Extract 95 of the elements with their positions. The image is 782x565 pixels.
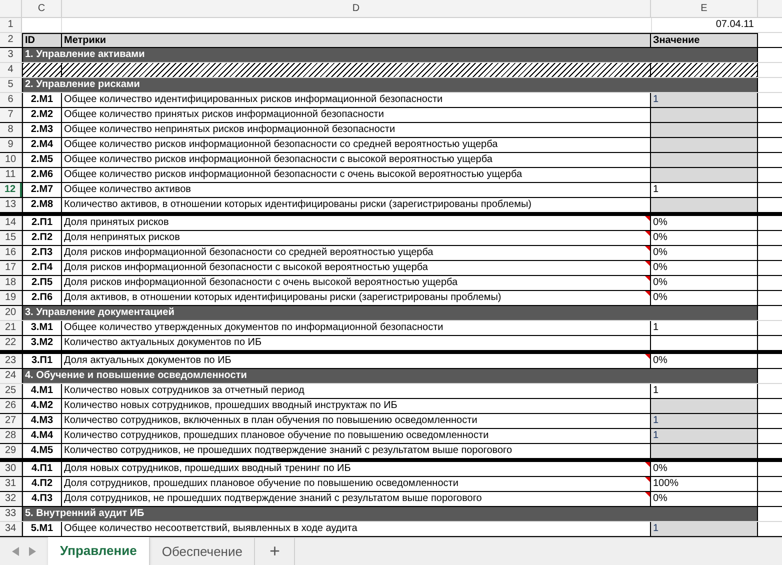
metric-id: 2.М2 [22, 108, 62, 122]
metric-id: 4.М5 [22, 444, 62, 458]
section-header: 4. Обучение и повышение осведомленности [22, 369, 758, 383]
value-cell: 1 [651, 321, 758, 335]
metric-id: 2.П4 [22, 261, 62, 275]
date-cell: 07.04.11 [651, 18, 758, 32]
section-header: 1. Управление активами [22, 48, 758, 62]
value-cell: 1 [651, 429, 758, 443]
row-number[interactable]: 19 [0, 291, 22, 305]
metric-id: 2.М1 [22, 93, 62, 107]
row-number[interactable]: 20 [0, 306, 22, 320]
value-cell: 100% [651, 477, 758, 491]
row-number[interactable]: 2 [0, 33, 22, 47]
next-sheet-icon[interactable] [29, 547, 36, 556]
row-number[interactable]: 18 [0, 276, 22, 290]
section-header: 5. Внутренний аудит ИБ [22, 507, 758, 521]
table-header: Значение [651, 33, 758, 47]
section-header: 3. Управление документацией [22, 306, 758, 320]
table-header: ID [22, 33, 62, 47]
metric-id: 2.П1 [22, 216, 62, 230]
metric-id: 2.М3 [22, 123, 62, 137]
row-number[interactable]: 11 [0, 168, 22, 182]
metric-id: 3.П1 [22, 354, 62, 368]
row-number[interactable]: 21 [0, 321, 22, 335]
metric-id: 4.П3 [22, 492, 62, 506]
value-cell: 0% [651, 261, 758, 275]
sheet-tab[interactable]: Управление [48, 537, 150, 565]
sheet-tab[interactable]: Обеспечение [150, 538, 256, 565]
row-number[interactable]: 13 [0, 198, 22, 212]
row-number[interactable]: 6 [0, 93, 22, 107]
row-number[interactable]: 24 [0, 369, 22, 383]
row-number[interactable]: 33 [0, 507, 22, 521]
metric-id: 2.М8 [22, 198, 62, 212]
metric-id: 2.М4 [22, 138, 62, 152]
previous-sheet-icon[interactable] [12, 547, 19, 556]
metric-id: 2.М5 [22, 153, 62, 167]
metric-id: 2.М7 [22, 183, 62, 197]
row-number[interactable]: 9 [0, 138, 22, 152]
metric-id: 3.М2 [22, 336, 62, 350]
row-number[interactable]: 8 [0, 123, 22, 137]
metric-id: 4.М1 [22, 384, 62, 398]
metric-id: 2.П6 [22, 291, 62, 305]
value-cell: 1 [651, 414, 758, 428]
row-number[interactable]: 32 [0, 492, 22, 506]
row-number[interactable]: 10 [0, 153, 22, 167]
metric-id: 4.М2 [22, 399, 62, 413]
add-sheet-button[interactable]: + [255, 538, 295, 565]
column-header[interactable]: D [62, 0, 651, 17]
row-number[interactable]: 25 [0, 384, 22, 398]
value-cell: 1 [651, 384, 758, 398]
metric-id: 2.П3 [22, 246, 62, 260]
row-number[interactable]: 29 [0, 444, 22, 458]
row-number[interactable]: 14 [0, 216, 22, 230]
value-cell: 0% [651, 492, 758, 506]
value-cell: 0% [651, 354, 758, 368]
row-number[interactable]: 28 [0, 429, 22, 443]
table-header: Метрики [62, 33, 651, 47]
row-number[interactable]: 17 [0, 261, 22, 275]
value-cell: 0% [651, 276, 758, 290]
row-number[interactable]: 31 [0, 477, 22, 491]
row-number[interactable]: 7 [0, 108, 22, 122]
metric-id: 4.М4 [22, 429, 62, 443]
metric-id: 4.М3 [22, 414, 62, 428]
row-number[interactable]: 5 [0, 78, 22, 92]
value-cell: 0% [651, 231, 758, 245]
metric-id: 2.П2 [22, 231, 62, 245]
row-number[interactable]: 4 [0, 63, 22, 77]
row-number[interactable]: 12 [0, 183, 22, 197]
value-cell: 0% [651, 462, 758, 476]
metric-id: 5.М1 [22, 522, 62, 536]
value-cell: 1 [651, 183, 758, 197]
row-number[interactable]: 22 [0, 336, 22, 350]
value-cell: 0% [651, 291, 758, 305]
row-number[interactable]: 16 [0, 246, 22, 260]
row-number[interactable]: 27 [0, 414, 22, 428]
value-cell: 1 [651, 93, 758, 107]
value-cell: 1 [651, 522, 758, 536]
column-header[interactable]: C [22, 0, 62, 17]
metric-id: 2.П5 [22, 276, 62, 290]
row-number[interactable]: 23 [0, 354, 22, 368]
metric-id: 2.М6 [22, 168, 62, 182]
row-number[interactable]: 1 [0, 18, 22, 32]
row-number[interactable]: 3 [0, 48, 22, 62]
row-number[interactable]: 26 [0, 399, 22, 413]
column-header[interactable]: E [651, 0, 758, 17]
row-number[interactable]: 15 [0, 231, 22, 245]
row-number[interactable]: 30 [0, 462, 22, 476]
value-cell: 0% [651, 246, 758, 260]
metric-id: 4.П2 [22, 477, 62, 491]
section-header: 2. Управление рисками [22, 78, 758, 92]
metric-id: 4.П1 [22, 462, 62, 476]
value-cell: 0% [651, 216, 758, 230]
metric-id: 3.М1 [22, 321, 62, 335]
row-number[interactable]: 34 [0, 522, 22, 536]
hatched-cell [22, 63, 62, 77]
